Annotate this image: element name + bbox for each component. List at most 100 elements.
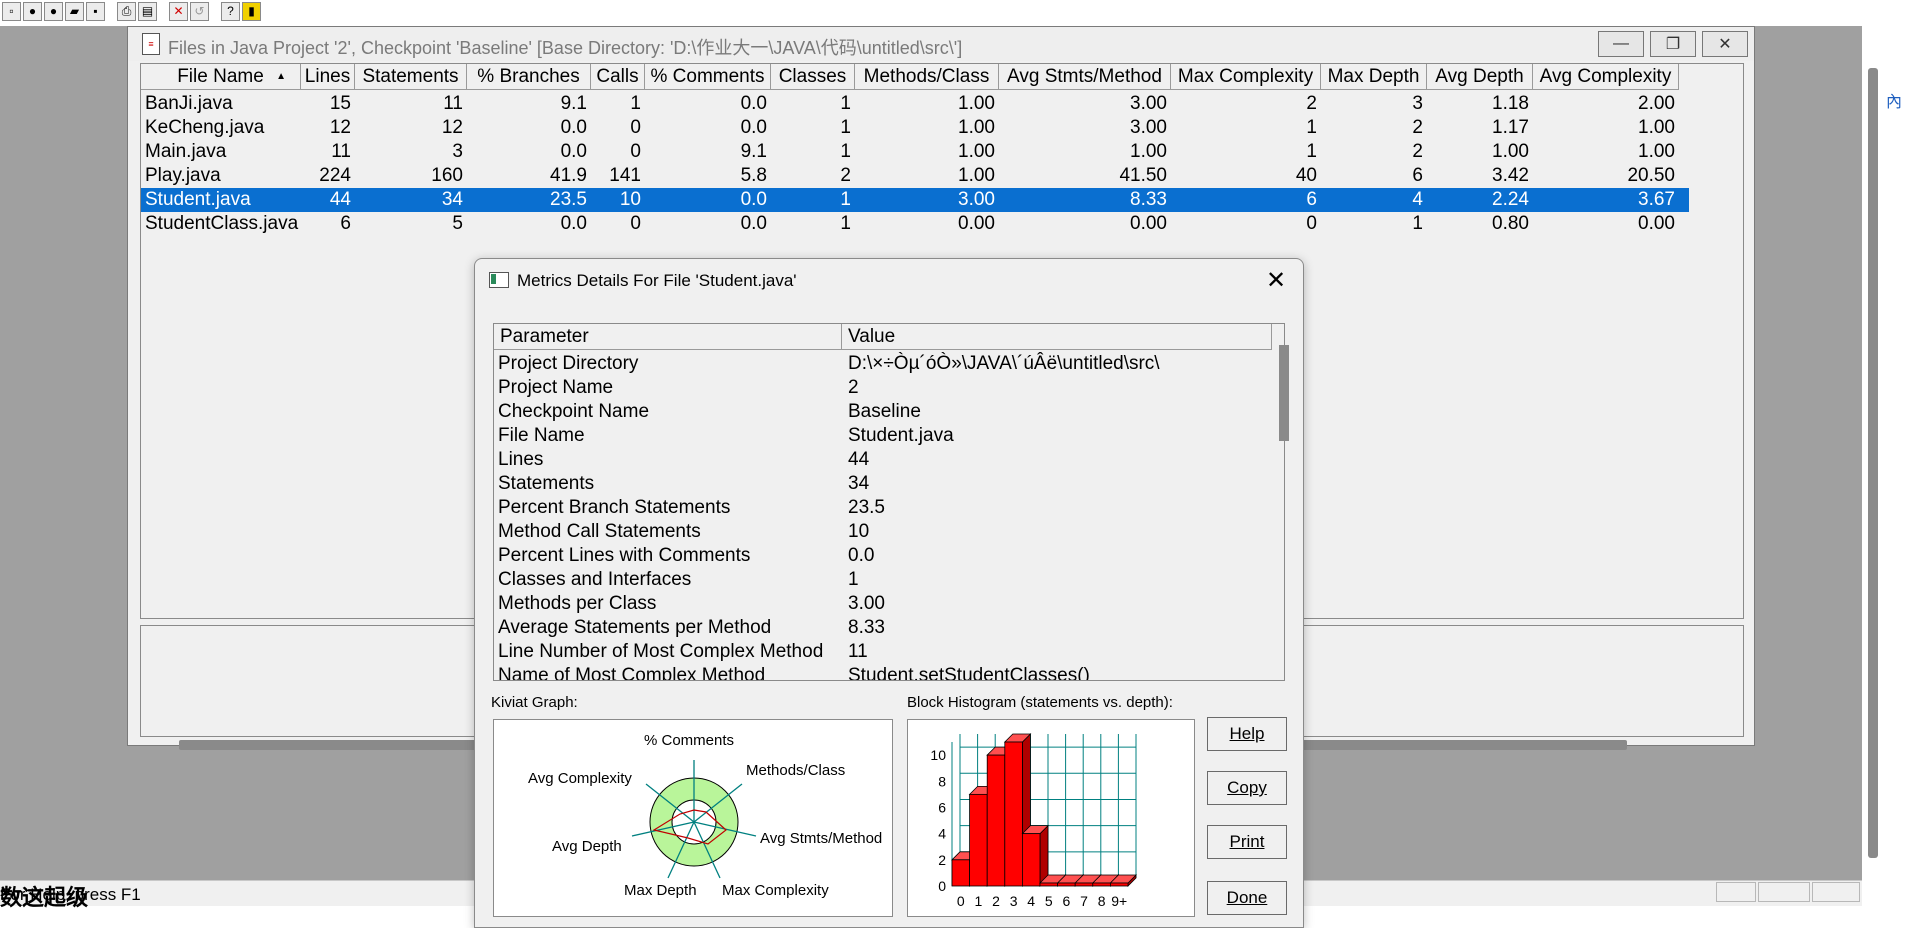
column-header[interactable]: File Name ▲: [141, 64, 301, 90]
list-item[interactable]: Average Statements per Method 8.33: [494, 616, 1274, 640]
parameter-name: Name of Most Complex Method: [498, 665, 766, 681]
table-cell: Play.java: [145, 165, 221, 186]
list-item[interactable]: Checkpoint Name Baseline: [494, 400, 1274, 424]
column-header[interactable]: Statements: [355, 64, 467, 90]
maximize-button[interactable]: ❐: [1650, 31, 1696, 57]
new-icon[interactable]: ▫: [2, 1, 21, 21]
table-cell: 41.50: [1119, 165, 1167, 186]
table-row[interactable]: Play.java 224 160 41.9 141 5.8 2 1.00 41.50 40 6 3.…: [141, 164, 1689, 188]
close-button[interactable]: ✕: [1702, 31, 1748, 57]
record-icon[interactable]: ●: [23, 1, 42, 21]
column-header[interactable]: Lines: [301, 64, 355, 90]
table-row[interactable]: Student.java 44 34 23.5 10 0.0 1 3.00 8.33 6 4 2.24…: [141, 188, 1689, 212]
table-cell: 0: [630, 141, 641, 162]
open-icon[interactable]: ▰: [65, 1, 84, 21]
status-pane: [1812, 882, 1860, 902]
column-header[interactable]: Methods/Class: [855, 64, 999, 90]
column-header[interactable]: Avg Complexity: [1533, 64, 1679, 90]
list-item[interactable]: Statements 34: [494, 472, 1274, 496]
table-cell: 1: [840, 189, 851, 210]
record-all-icon[interactable]: ●: [44, 1, 63, 21]
table-cell: 23.5: [550, 189, 587, 210]
column-header[interactable]: Classes: [771, 64, 855, 90]
table-cell: 0: [1306, 213, 1317, 234]
list-item[interactable]: Methods per Class 3.00: [494, 592, 1274, 616]
list-item[interactable]: Project Name 2: [494, 376, 1274, 400]
table-cell: 1: [630, 93, 641, 114]
table-cell: 2: [1412, 117, 1423, 138]
x-tick-label: 7: [1080, 893, 1088, 909]
table-cell: 0.0: [740, 213, 767, 234]
table-row[interactable]: Main.java 11 3 0.0 0 9.1 1 1.00 1.00 1 2 1.00 1.00: [141, 140, 1689, 164]
minimize-button[interactable]: —: [1598, 31, 1644, 57]
kiviat-axis-label: Avg Complexity: [528, 770, 632, 787]
parameters-scrollbar-thumb[interactable]: [1279, 345, 1289, 441]
files-window-titlebar[interactable]: ≡ Files in Java Project '2', Checkpoint …: [128, 27, 1754, 61]
table-cell: 141: [609, 165, 641, 186]
done-button[interactable]: Done: [1207, 881, 1287, 915]
x-tick-label: 8: [1098, 893, 1106, 909]
print-button[interactable]: Print: [1207, 825, 1287, 859]
list-item[interactable]: Method Call Statements 10: [494, 520, 1274, 544]
table-cell: 40: [1295, 165, 1317, 186]
parameter-name: Line Number of Most Complex Method: [498, 641, 824, 662]
list-item[interactable]: Classes and Interfaces 1: [494, 568, 1274, 592]
x-tick-label: 3: [1010, 893, 1018, 909]
table-cell: Student.java: [145, 189, 251, 210]
table-cell: 1.18: [1492, 93, 1529, 114]
column-header[interactable]: Avg Stmts/Method: [999, 64, 1171, 90]
list-item[interactable]: Name of Most Complex Method Student.setSt…: [494, 664, 1274, 681]
parameter-name: Classes and Interfaces: [498, 569, 692, 590]
x-tick-label: 2: [992, 893, 1000, 909]
histogram-bar: [986, 754, 1006, 887]
context-help-icon[interactable]: ?: [221, 1, 240, 21]
table-cell: 1: [840, 213, 851, 234]
list-item[interactable]: Percent Lines with Comments 0.0: [494, 544, 1274, 568]
parameter-column-header[interactable]: Parameter: [494, 324, 842, 350]
help-button[interactable]: Help: [1207, 717, 1287, 751]
save-icon[interactable]: ▪: [86, 1, 105, 21]
column-header[interactable]: % Branches: [467, 64, 591, 90]
column-header[interactable]: Max Complexity: [1171, 64, 1321, 90]
dialog-titlebar[interactable]: Metrics Details For File 'Student.java' …: [475, 259, 1303, 303]
copy-button[interactable]: Copy: [1207, 771, 1287, 805]
column-header[interactable]: Avg Depth: [1427, 64, 1533, 90]
table-cell: 3.67: [1638, 189, 1675, 210]
delete-icon[interactable]: ✕: [169, 1, 188, 21]
list-item[interactable]: Line Number of Most Complex Method 11: [494, 640, 1274, 664]
undo-icon[interactable]: ↺: [190, 1, 209, 21]
column-header[interactable]: % Comments: [645, 64, 771, 90]
value-column-header[interactable]: Value: [842, 324, 1272, 350]
table-cell: 3: [1412, 93, 1423, 114]
parameter-value: 1: [848, 569, 859, 590]
list-item[interactable]: Lines 44: [494, 448, 1274, 472]
print-icon[interactable]: ⎙: [117, 1, 136, 21]
table-row[interactable]: StudentClass.java 6 5 0.0 0 0.0 1 0.00 0.00 0 1 0.8…: [141, 212, 1689, 236]
table-cell: 0: [630, 213, 641, 234]
parameters-table[interactable]: Parameter Value Project Directory D:\×÷Òµ…: [493, 323, 1285, 681]
table-cell: StudentClass.java: [145, 213, 299, 234]
histogram-bar: [1109, 882, 1129, 887]
list-item[interactable]: Percent Branch Statements 23.5: [494, 496, 1274, 520]
table-row[interactable]: KeCheng.java 12 12 0.0 0 0.0 1 1.00 3.00 1 2 1.17 1.…: [141, 116, 1689, 140]
column-header[interactable]: Calls: [591, 64, 645, 90]
parameter-value: 2: [848, 377, 859, 398]
background-scrollbar[interactable]: [1868, 68, 1878, 858]
column-header[interactable]: Max Depth: [1321, 64, 1427, 90]
metrics-details-dialog: Metrics Details For File 'Student.java' …: [474, 258, 1304, 928]
y-tick-label: 0: [938, 878, 946, 894]
table-row[interactable]: BanJi.java 15 11 9.1 1 0.0 1 1.00 3.00 2 3 1.18 2.00: [141, 92, 1689, 116]
y-tick-label: 10: [930, 747, 946, 763]
table-cell: 0.0: [560, 141, 587, 162]
list-item[interactable]: File Name Student.java: [494, 424, 1274, 448]
list-item[interactable]: Project Directory D:\×÷Òµ´óÒ»\JAVA\´úÂë\u…: [494, 352, 1274, 376]
dialog-close-icon[interactable]: ✕: [1263, 267, 1289, 294]
table-cell: 1: [840, 141, 851, 162]
table-cell: 4: [1412, 189, 1423, 210]
table-cell: 5: [452, 213, 463, 234]
block-histogram: 0 2 4 6 8 10 0 1 2 3 4 5 6 7 8 9+: [907, 719, 1195, 917]
top-strip: [0, 0, 1906, 26]
exit-icon[interactable]: ▮: [242, 1, 261, 21]
table-cell: 2.00: [1638, 93, 1675, 114]
print-preview-icon[interactable]: ▤: [138, 1, 157, 21]
